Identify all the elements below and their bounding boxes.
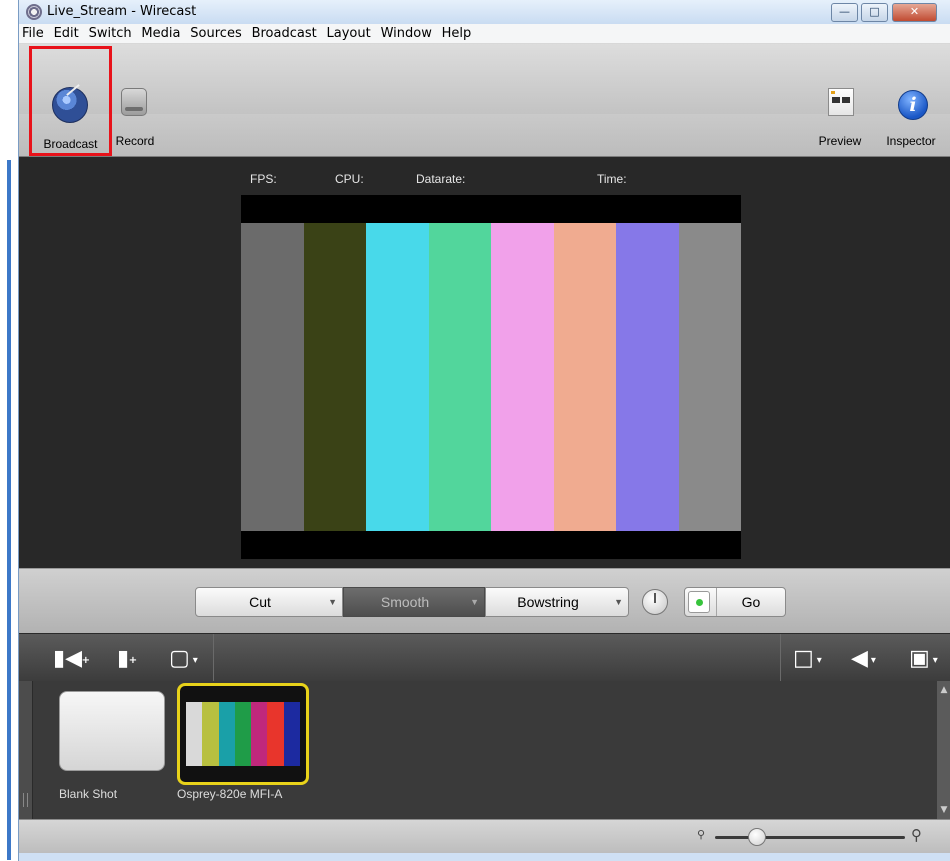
menu-sources[interactable]: Sources [187, 24, 244, 41]
smooth-dropdown[interactable]: Smooth ▼ [343, 587, 485, 617]
info-icon: i [898, 90, 928, 120]
color-bar [241, 223, 304, 531]
inspector-label: Inspector [886, 134, 936, 148]
blank-shot-thumbnail[interactable] [59, 691, 165, 771]
add-desktop-shot-icon[interactable]: ▢ ▾ [169, 646, 198, 672]
broadcast-button[interactable]: Broadcast [29, 46, 112, 156]
record-label: Record [115, 134, 155, 148]
color-bar [428, 223, 491, 531]
shot-toolbar: ▮◀ + ▮ + ▢ ▾ □ ▾ ◀ ▾ ▣ ▾ [19, 633, 950, 682]
menu-media[interactable]: Media [138, 24, 183, 41]
grip-icon [23, 793, 28, 807]
live-indicator [688, 591, 710, 613]
app-frame: Live_Stream - Wirecast — □ ✕ File Edit S… [18, 0, 950, 861]
layer-view-icon[interactable]: □ ▾ [793, 646, 822, 672]
wirecast-window: Live_Stream - Wirecast — □ ✕ File Edit S… [0, 0, 950, 861]
fps-label: FPS: [250, 172, 277, 186]
bowstring-dropdown[interactable]: Bowstring ▼ [485, 587, 629, 617]
live-preview-area: FPS: CPU: Datarate: Time: [19, 157, 950, 568]
scroll-up-icon[interactable]: ▲ [937, 685, 950, 695]
preview-icon [828, 88, 854, 116]
zoom-in-icon[interactable]: ⚲ [911, 826, 922, 844]
transition-bar: Cut ▼ Smooth ▼ Bowstring ▼ Go [19, 568, 950, 633]
smooth-label: Smooth [380, 594, 430, 610]
preview-label: Preview [818, 134, 862, 148]
menu-broadcast[interactable]: Broadcast [249, 24, 320, 41]
chevron-down-icon: ▼ [614, 597, 623, 607]
color-bar [366, 223, 429, 531]
cut-label: Cut [249, 594, 271, 610]
menu-layout[interactable]: Layout [324, 24, 374, 41]
cut-dropdown[interactable]: Cut ▼ [195, 587, 343, 617]
speaker-icon[interactable]: ◀ ▾ [851, 646, 876, 672]
add-camera-shot-icon[interactable]: ▮◀ + [53, 646, 90, 672]
zoom-out-icon[interactable]: ⚲ [697, 828, 705, 841]
main-toolbar: Broadcast Record Preview i Inspector [19, 44, 950, 157]
thumbnail-color-bar [218, 702, 235, 766]
green-led-icon [696, 599, 703, 606]
wirecast-app-icon [26, 4, 42, 20]
broadcast-label: Broadcast [43, 137, 98, 151]
go-label: Go [741, 594, 761, 610]
thumbnail-color-bar [202, 702, 219, 766]
bowstring-label: Bowstring [517, 594, 579, 610]
zoom-slider-thumb[interactable] [747, 828, 766, 846]
cpu-label: CPU: [335, 172, 364, 186]
color-bars [241, 223, 741, 531]
color-bar [616, 223, 679, 531]
menu-help[interactable]: Help [439, 24, 475, 41]
thumbnail-color-bar [267, 702, 284, 766]
datarate-label: Datarate: [416, 172, 466, 186]
menu-switch[interactable]: Switch [86, 24, 135, 41]
osprey-color-bars [186, 702, 300, 766]
maximize-button[interactable]: □ [861, 3, 888, 22]
shot-list-gutter[interactable] [19, 681, 33, 819]
menu-window[interactable]: Window [378, 24, 435, 41]
minimize-button[interactable]: — [831, 3, 858, 22]
thumbnail-color-bar [251, 702, 268, 766]
color-bar [678, 223, 741, 531]
hard-drive-icon [121, 88, 147, 116]
thumbnail-color-bar [186, 702, 203, 766]
shot-list-scrollbar[interactable]: ▲ ▼ [937, 681, 950, 819]
color-bar [553, 223, 616, 531]
preview-button[interactable]: Preview [815, 46, 865, 156]
record-button[interactable]: Record [113, 46, 157, 156]
blank-shot-label: Blank Shot [59, 787, 118, 801]
transition-speed-knob[interactable] [642, 589, 668, 615]
osprey-shot-label: Osprey-820e MFI-A [177, 787, 283, 801]
menu-edit[interactable]: Edit [51, 24, 82, 41]
color-bar [303, 223, 366, 531]
menu-bar: File Edit Switch Media Sources Broadcast… [19, 24, 950, 44]
inspector-button[interactable]: i Inspector [879, 46, 943, 156]
close-button[interactable]: ✕ [892, 3, 937, 22]
time-label: Time: [597, 172, 627, 186]
thumbnail-color-bar [234, 702, 252, 766]
window-layout-icon[interactable]: ▣ ▾ [909, 646, 938, 672]
status-bar: ⚲ ⚲ [19, 819, 950, 853]
title-bar: Live_Stream - Wirecast — □ ✕ [19, 0, 950, 24]
go-button[interactable]: Go [684, 587, 786, 617]
chevron-down-icon: ▼ [470, 597, 479, 607]
thumbnail-color-bar [283, 702, 300, 766]
zoom-slider[interactable] [715, 836, 905, 839]
osprey-shot-thumbnail[interactable] [177, 683, 309, 785]
shot-list: Blank Shot Osprey-820e MFI-A ▲ ▼ [19, 681, 950, 819]
add-media-shot-icon[interactable]: ▮ + [117, 646, 137, 672]
color-bar [491, 223, 554, 531]
scroll-down-icon[interactable]: ▼ [937, 805, 950, 815]
chevron-down-icon: ▼ [328, 597, 337, 607]
menu-file[interactable]: File [19, 24, 47, 41]
window-title: Live_Stream - Wirecast [47, 4, 197, 19]
program-output [241, 195, 741, 559]
desktop-edge [0, 0, 18, 861]
